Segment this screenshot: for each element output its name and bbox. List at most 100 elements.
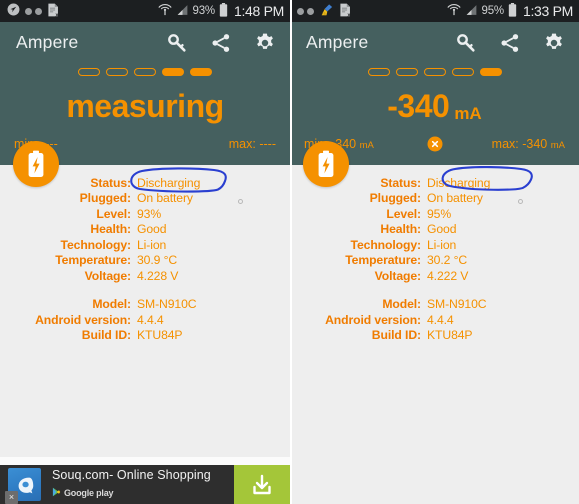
info-label: Plugged: <box>79 191 131 206</box>
info-label: Build ID: <box>81 328 131 343</box>
info-value: SM-N910C <box>137 297 197 312</box>
max-label: max: <box>491 137 519 151</box>
info-label: Health: <box>380 222 421 237</box>
ad-close-icon[interactable]: × <box>5 491 18 504</box>
current-value-unit: mA <box>454 104 482 123</box>
gear-icon[interactable] <box>543 32 565 54</box>
wifi-icon <box>446 3 461 19</box>
info-value: Li-ion <box>427 237 457 252</box>
ad-install-button[interactable] <box>234 465 290 504</box>
info-label: Temperature: <box>345 253 421 268</box>
info-value: 30.2 °C <box>427 253 468 268</box>
android-status-bar: x <box>0 0 290 22</box>
dash-indicator <box>106 68 128 76</box>
table-row: Model: SM-N910C <box>290 297 579 313</box>
signal-icon <box>176 4 189 19</box>
svg-text:x: x <box>55 12 59 17</box>
info-value: 4.4.4 <box>427 312 454 327</box>
ad-text-block: Souq.com- Online Shopping Google play <box>52 468 234 502</box>
info-value: KTU84P <box>427 328 473 343</box>
info-label: Build ID: <box>371 328 421 343</box>
info-value: 93% <box>137 206 162 221</box>
key-icon[interactable] <box>455 32 477 54</box>
gear-icon[interactable] <box>254 32 276 54</box>
document-x-icon: x <box>47 3 60 20</box>
table-row: Android version: 4.4.4 <box>0 312 290 328</box>
table-row: Technology: Li-ion <box>290 237 579 253</box>
max-label: max: <box>228 137 256 151</box>
ad-store-label: Google play <box>64 487 114 498</box>
ad-separator <box>0 457 290 465</box>
table-row: Level: 93% <box>0 206 290 222</box>
current-value-number: -340 <box>387 88 450 124</box>
info-label: Health: <box>90 222 131 237</box>
status-bar-clock: 1:48 PM <box>233 3 284 19</box>
close-icon <box>431 140 438 148</box>
info-label: Android version: <box>35 312 131 327</box>
min-unit: mA <box>359 140 374 151</box>
info-value: Good <box>137 222 167 237</box>
table-row: Voltage: 4.222 V <box>290 268 579 284</box>
battery-badge[interactable] <box>13 141 59 187</box>
app-bar-actions <box>455 32 565 54</box>
info-label: Model: <box>92 297 131 312</box>
ad-banner[interactable]: × Souq.com- Online Shopping Google play <box>0 465 290 504</box>
battery-icon <box>219 2 228 20</box>
ad-title: Souq.com- Online Shopping <box>52 467 211 482</box>
document-x-icon: x <box>339 3 352 20</box>
info-value: Discharging <box>137 175 201 190</box>
ad-app-icon[interactable]: × <box>5 468 41 504</box>
table-row: Health: Good <box>290 222 579 238</box>
info-label: Level: <box>96 206 131 221</box>
dash-indicator <box>423 68 446 76</box>
table-row: Voltage: 4.228 V <box>0 268 290 284</box>
share-icon[interactable] <box>210 32 232 54</box>
battery-badge[interactable] <box>303 141 349 187</box>
info-label: Temperature: <box>55 253 131 268</box>
info-label: Technology: <box>60 237 132 252</box>
battery-bolt-icon <box>28 150 44 177</box>
svg-text:x: x <box>347 12 351 17</box>
share-icon[interactable] <box>499 32 521 54</box>
battery-info-panel: Status: Discharging Plugged: On battery … <box>0 165 290 504</box>
status-battery-percent: 95% <box>481 5 505 17</box>
max-value: -340 <box>522 137 548 151</box>
table-row: Build ID: KTU84P <box>290 328 579 344</box>
info-label: Model: <box>382 297 421 312</box>
current-value-number: measuring <box>66 88 224 124</box>
measurement-dashes <box>0 65 290 79</box>
small-circle-marker <box>518 199 523 204</box>
list-divider-space <box>0 284 290 297</box>
info-label: Voltage: <box>84 268 131 283</box>
small-circle-marker <box>238 199 243 204</box>
battery-info-list: Status: Discharging Plugged: On battery … <box>290 165 579 343</box>
two-dots-icon <box>25 7 42 15</box>
info-value: SM-N910C <box>427 297 487 312</box>
max-readout: max: ---- <box>229 137 276 151</box>
navigation-arrow-icon <box>7 3 20 19</box>
info-value: 4.222 V <box>427 268 469 283</box>
reset-min-max-button[interactable] <box>427 136 442 152</box>
max-unit: mA <box>550 140 565 151</box>
app-title: Ampere <box>306 32 369 52</box>
info-value: 4.228 V <box>137 268 179 283</box>
info-value: KTU84P <box>137 328 183 343</box>
battery-info-panel: Status: Discharging Plugged: On battery … <box>290 165 579 504</box>
table-row: Model: SM-N910C <box>0 297 290 313</box>
battery-bolt-icon <box>318 150 334 177</box>
key-icon[interactable] <box>166 32 188 54</box>
status-bar-notification-icons: x <box>297 3 352 20</box>
current-value: -340 mA <box>290 87 579 125</box>
info-value: Li-ion <box>137 237 167 252</box>
dash-indicator <box>190 68 212 76</box>
dash-indicator <box>395 68 418 76</box>
info-label: Plugged: <box>369 191 421 206</box>
broom-icon <box>319 3 334 20</box>
panel-divider <box>290 0 292 504</box>
dash-indicator <box>78 68 100 76</box>
dash-indicator <box>479 68 502 76</box>
info-value: 95% <box>427 206 452 221</box>
status-battery-percent: 93% <box>192 5 216 17</box>
info-label: Android version: <box>325 312 421 327</box>
app-title: Ampere <box>16 32 79 52</box>
